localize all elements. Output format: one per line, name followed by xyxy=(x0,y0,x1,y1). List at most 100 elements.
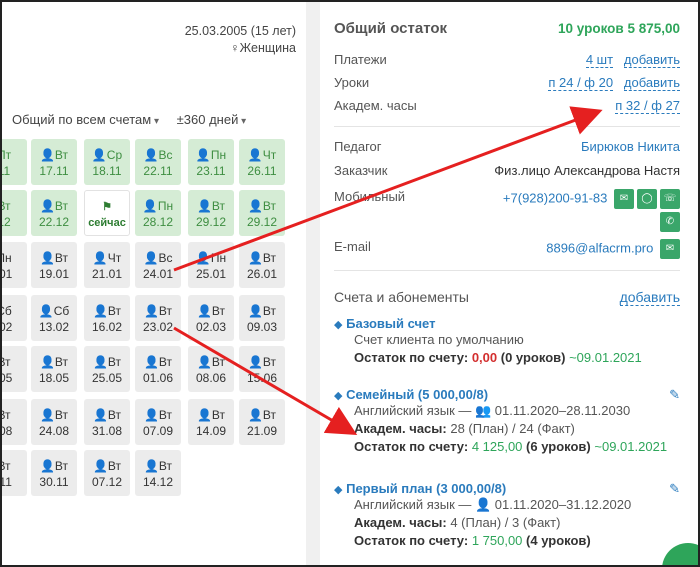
lesson-cell[interactable]: 👤Вс 22.11 xyxy=(135,139,181,185)
lesson-cell[interactable]: 👤Вт 18.05 xyxy=(31,346,77,392)
range-filter[interactable]: ±360 дней xyxy=(177,112,247,127)
lesson-day: 👤Вт xyxy=(196,355,226,369)
lesson-date: 31.08 xyxy=(91,424,123,438)
lesson-cell[interactable]: 👤Вт 14.12 xyxy=(135,450,181,496)
lesson-cell[interactable]: 👤Пн 23.11 xyxy=(188,139,234,185)
lesson-cell[interactable]: 👤Вт 14.09 xyxy=(188,399,234,445)
lesson-cell[interactable]: 👤Пн 28.12 xyxy=(135,190,181,236)
lesson-cell[interactable]: 👤Вт 07.09 xyxy=(135,399,181,445)
hours-value-link[interactable]: п 32 / ф 27 xyxy=(615,98,680,114)
lesson-cell[interactable]: 👤Чт 21.01 xyxy=(84,242,130,288)
account-hours: Академ. часы: 4 (План) / 3 (Факт) xyxy=(354,515,561,530)
lesson-date: 25.05 xyxy=(91,371,123,385)
lesson-date: .05 xyxy=(0,371,13,385)
lesson-cell[interactable]: Вт .11 xyxy=(2,450,27,496)
lesson-cell[interactable]: 👤Вт 16.02 xyxy=(84,295,130,341)
lesson-day: 👤Вт xyxy=(92,459,122,473)
lesson-cell[interactable]: 👤Вт 21.09 xyxy=(239,399,285,445)
lesson-date: .01 xyxy=(0,267,13,281)
lesson-cell[interactable]: 👤Ср 18.11 xyxy=(84,139,130,185)
lesson-day: 👤Чт xyxy=(247,148,277,162)
lesson-cell[interactable]: Вт .08 xyxy=(0,399,27,445)
lesson-date: 21.09 xyxy=(246,424,278,438)
mobile-link[interactable]: +7(928)200-91-83 xyxy=(503,190,607,205)
payments-count-link[interactable]: 4 шт xyxy=(585,52,614,68)
lesson-cell[interactable]: Пт 11 xyxy=(2,139,27,185)
lesson-cell[interactable]: Сб .02 xyxy=(2,295,27,341)
lesson-date: 17.11 xyxy=(39,164,69,178)
lesson-cell[interactable]: Вт .05 xyxy=(0,346,27,392)
account-rest: Остаток по счету: 0,00 (0 уроков) ~09.01… xyxy=(354,350,642,365)
teacher-label: Педагог xyxy=(334,139,382,154)
lesson-date: 02.03 xyxy=(195,320,227,334)
edit-icon[interactable]: ✎ xyxy=(669,481,680,497)
lesson-cell[interactable]: 👤Вт 07.12 xyxy=(84,450,130,496)
lesson-cell[interactable]: 👤Вт 24.08 xyxy=(31,399,77,445)
lesson-cell[interactable]: 👤Вт 17.11 xyxy=(31,139,77,185)
lesson-day: Сб xyxy=(2,304,12,318)
sms-icon[interactable]: ✉ xyxy=(614,189,634,209)
lesson-cell[interactable]: 👤Чт 26.11 xyxy=(239,139,285,185)
lesson-cell[interactable]: 👤Вс 24.01 xyxy=(135,242,181,288)
balance-total: 10 уроков 5 875,00 xyxy=(557,21,680,36)
payments-add-link[interactable]: добавить xyxy=(623,52,680,68)
lesson-day: 👤Вт xyxy=(247,408,277,422)
lesson-cell[interactable]: 👤Вт 31.08 xyxy=(84,399,130,445)
email-icon[interactable]: ✉ xyxy=(660,239,680,259)
lesson-cell[interactable]: 👤Вт 08.06 xyxy=(188,346,234,392)
lesson-day: 👤Вт xyxy=(247,355,277,369)
teacher-row: Педагог Бирюков Никита xyxy=(334,139,680,157)
lesson-cell[interactable]: 👤Сб 13.02 xyxy=(31,295,77,341)
now-marker[interactable]: ⚑ сейчас xyxy=(84,190,130,236)
lesson-cell[interactable]: 👤Вт 02.03 xyxy=(188,295,234,341)
lesson-cell[interactable]: 👤Вт 29.12 xyxy=(188,190,234,236)
lesson-cell[interactable]: Вт 12 xyxy=(2,190,27,236)
lesson-cell[interactable]: 👤Вт 23.02 xyxy=(135,295,181,341)
lesson-date: 19.01 xyxy=(38,267,70,281)
lesson-cell[interactable]: 👤Вт 22.12 xyxy=(31,190,77,236)
accounts-title: Счета и абонементы xyxy=(334,289,469,305)
lesson-cell[interactable]: Пн .01 xyxy=(0,242,27,288)
lesson-date: 28.12 xyxy=(142,215,174,229)
lesson-cell[interactable]: 👤Вт 19.01 xyxy=(31,242,77,288)
lesson-day: 👤Пн xyxy=(195,148,227,162)
lesson-cell[interactable]: 👤Вт 15.06 xyxy=(239,346,285,392)
divider xyxy=(334,126,680,127)
lesson-day: 👤Вт xyxy=(143,355,173,369)
teacher-link[interactable]: Бирюков Никита xyxy=(581,139,680,154)
edit-icon[interactable]: ✎ xyxy=(669,387,680,403)
call-icon[interactable]: ✆ xyxy=(660,212,680,232)
whatsapp-icon[interactable]: ◯ xyxy=(637,189,657,209)
lesson-date: 25.01 xyxy=(195,267,227,281)
lesson-cell[interactable]: 👤Вт 29.12 xyxy=(239,190,285,236)
lesson-day: 👤Вт xyxy=(39,251,69,265)
account-description: Английский язык — 👥 01.11.2020–28.11.203… xyxy=(354,403,631,418)
lesson-cell[interactable]: 👤Вт 26.01 xyxy=(239,242,285,288)
lessons-row: Уроки п 24 / ф 20 добавить xyxy=(334,75,680,93)
accounts-add-link[interactable]: добавить xyxy=(619,289,680,306)
account-item: ◆ Семейный (5 000,00/8) ✎ Английский язы… xyxy=(334,387,680,456)
payments-label: Платежи xyxy=(334,52,387,67)
lesson-cell[interactable]: 👤Вт 01.06 xyxy=(135,346,181,392)
lesson-day: 👤Вт xyxy=(39,148,69,162)
lesson-cell[interactable]: 👤Вт 25.05 xyxy=(84,346,130,392)
lesson-date: .08 xyxy=(0,424,13,438)
lesson-day: 👤Сб xyxy=(38,304,70,318)
lesson-cell[interactable]: 👤Вт 30.11 xyxy=(31,450,77,496)
gender: ♀Женщина xyxy=(230,41,296,55)
lesson-day: Пт xyxy=(2,148,12,162)
lessons-add-link[interactable]: добавить xyxy=(623,75,680,91)
email-link[interactable]: 8896@alfacrm.pro xyxy=(546,240,653,255)
divider xyxy=(334,270,680,271)
accounts-filter[interactable]: Общий по всем счетам xyxy=(12,112,159,127)
lesson-day: 👤Вс xyxy=(143,148,173,162)
viber-icon[interactable]: ☏ xyxy=(660,189,680,209)
lesson-cell[interactable]: 👤Вт 09.03 xyxy=(239,295,285,341)
lesson-date: 22.12 xyxy=(38,215,70,229)
account-name[interactable]: Семейный (5 000,00/8) xyxy=(346,387,488,402)
tag-icon: ◆ xyxy=(334,390,343,402)
lessons-count-link[interactable]: п 24 / ф 20 xyxy=(548,75,614,91)
account-name[interactable]: Базовый счет xyxy=(346,316,435,331)
account-name[interactable]: Первый план (3 000,00/8) xyxy=(346,481,506,496)
lesson-cell[interactable]: 👤Пн 25.01 xyxy=(188,242,234,288)
